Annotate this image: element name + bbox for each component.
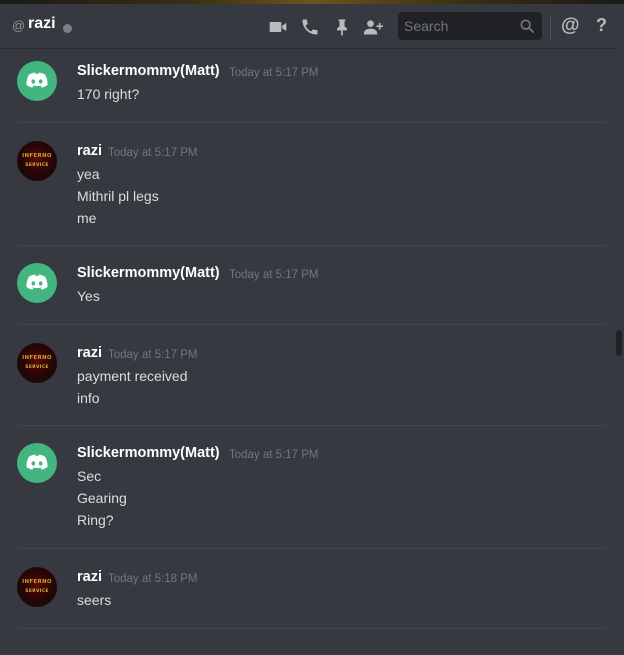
avatar[interactable]: INFERNO SERVICE [17, 343, 57, 383]
message-text: payment received [77, 368, 188, 384]
avatar-text: INFERNO [22, 579, 52, 585]
avatar-text: SERVICE [25, 163, 49, 168]
message-list: Slickermommy(Matt) Today at 5:17 PM 170 … [0, 48, 614, 655]
avatar-text: INFERNO [22, 153, 52, 159]
search-icon[interactable] [519, 18, 535, 34]
message-timestamp: Today at 5:17 PM [108, 147, 198, 159]
avatar-text: INFERNO [22, 355, 52, 361]
scrollbar-thumb[interactable] [616, 330, 622, 356]
channel-header: @ razi @ ? [0, 4, 624, 48]
message-author[interactable]: Slickermommy(Matt) [77, 265, 220, 281]
message-text: 170 right? [77, 86, 140, 102]
phone-icon[interactable] [300, 17, 320, 37]
message-divider [17, 628, 607, 629]
avatar[interactable]: INFERNO SERVICE [17, 567, 57, 607]
message-author[interactable]: Slickermommy(Matt) [77, 445, 220, 461]
message-text: seers [77, 592, 112, 608]
message-divider [17, 122, 607, 123]
message-timestamp: Today at 5:17 PM [229, 449, 319, 461]
avatar[interactable] [17, 263, 57, 303]
message-divider [17, 324, 607, 325]
at-icon[interactable]: @ [561, 15, 580, 37]
add-friend-icon[interactable] [363, 17, 383, 37]
message-timestamp: Today at 5:17 PM [229, 67, 319, 79]
message-divider [17, 548, 607, 549]
message-timestamp: Today at 5:18 PM [108, 573, 198, 585]
help-icon[interactable]: ? [596, 15, 607, 36]
search-box[interactable] [398, 12, 542, 40]
header-divider [550, 16, 551, 40]
pin-icon[interactable] [332, 17, 352, 37]
discord-logo-icon [26, 454, 48, 470]
avatar[interactable]: INFERNO SERVICE [17, 141, 57, 181]
message-text: Gearing [77, 490, 127, 506]
avatar[interactable] [17, 61, 57, 101]
video-camera-icon[interactable] [268, 17, 288, 37]
offline-status-icon [63, 24, 72, 33]
message-divider [17, 245, 607, 246]
message-text: Ring? [77, 512, 114, 528]
message-text: Mithril pl legs [77, 188, 159, 204]
message-divider [17, 425, 607, 426]
message-timestamp: Today at 5:17 PM [229, 269, 319, 281]
message-author[interactable]: Slickermommy(Matt) [77, 63, 220, 79]
message-timestamp: Today at 5:17 PM [108, 349, 198, 361]
avatar-text: SERVICE [25, 365, 49, 370]
message-author[interactable]: razi [77, 143, 102, 159]
message-text: Sec [77, 468, 102, 484]
message-text: Yes [77, 288, 100, 304]
avatar-text: SERVICE [25, 589, 49, 594]
dm-at-icon: @ [12, 18, 26, 33]
channel-title: razi [28, 15, 56, 32]
message-text: info [77, 390, 100, 406]
search-input[interactable] [404, 12, 514, 40]
scrollbar[interactable] [614, 48, 624, 655]
message-author[interactable]: razi [77, 569, 102, 585]
message-text: me [77, 210, 97, 226]
discord-logo-icon [26, 72, 48, 88]
discord-logo-icon [26, 274, 48, 290]
message-text: yea [77, 166, 100, 182]
avatar[interactable] [17, 443, 57, 483]
message-author[interactable]: razi [77, 345, 102, 361]
